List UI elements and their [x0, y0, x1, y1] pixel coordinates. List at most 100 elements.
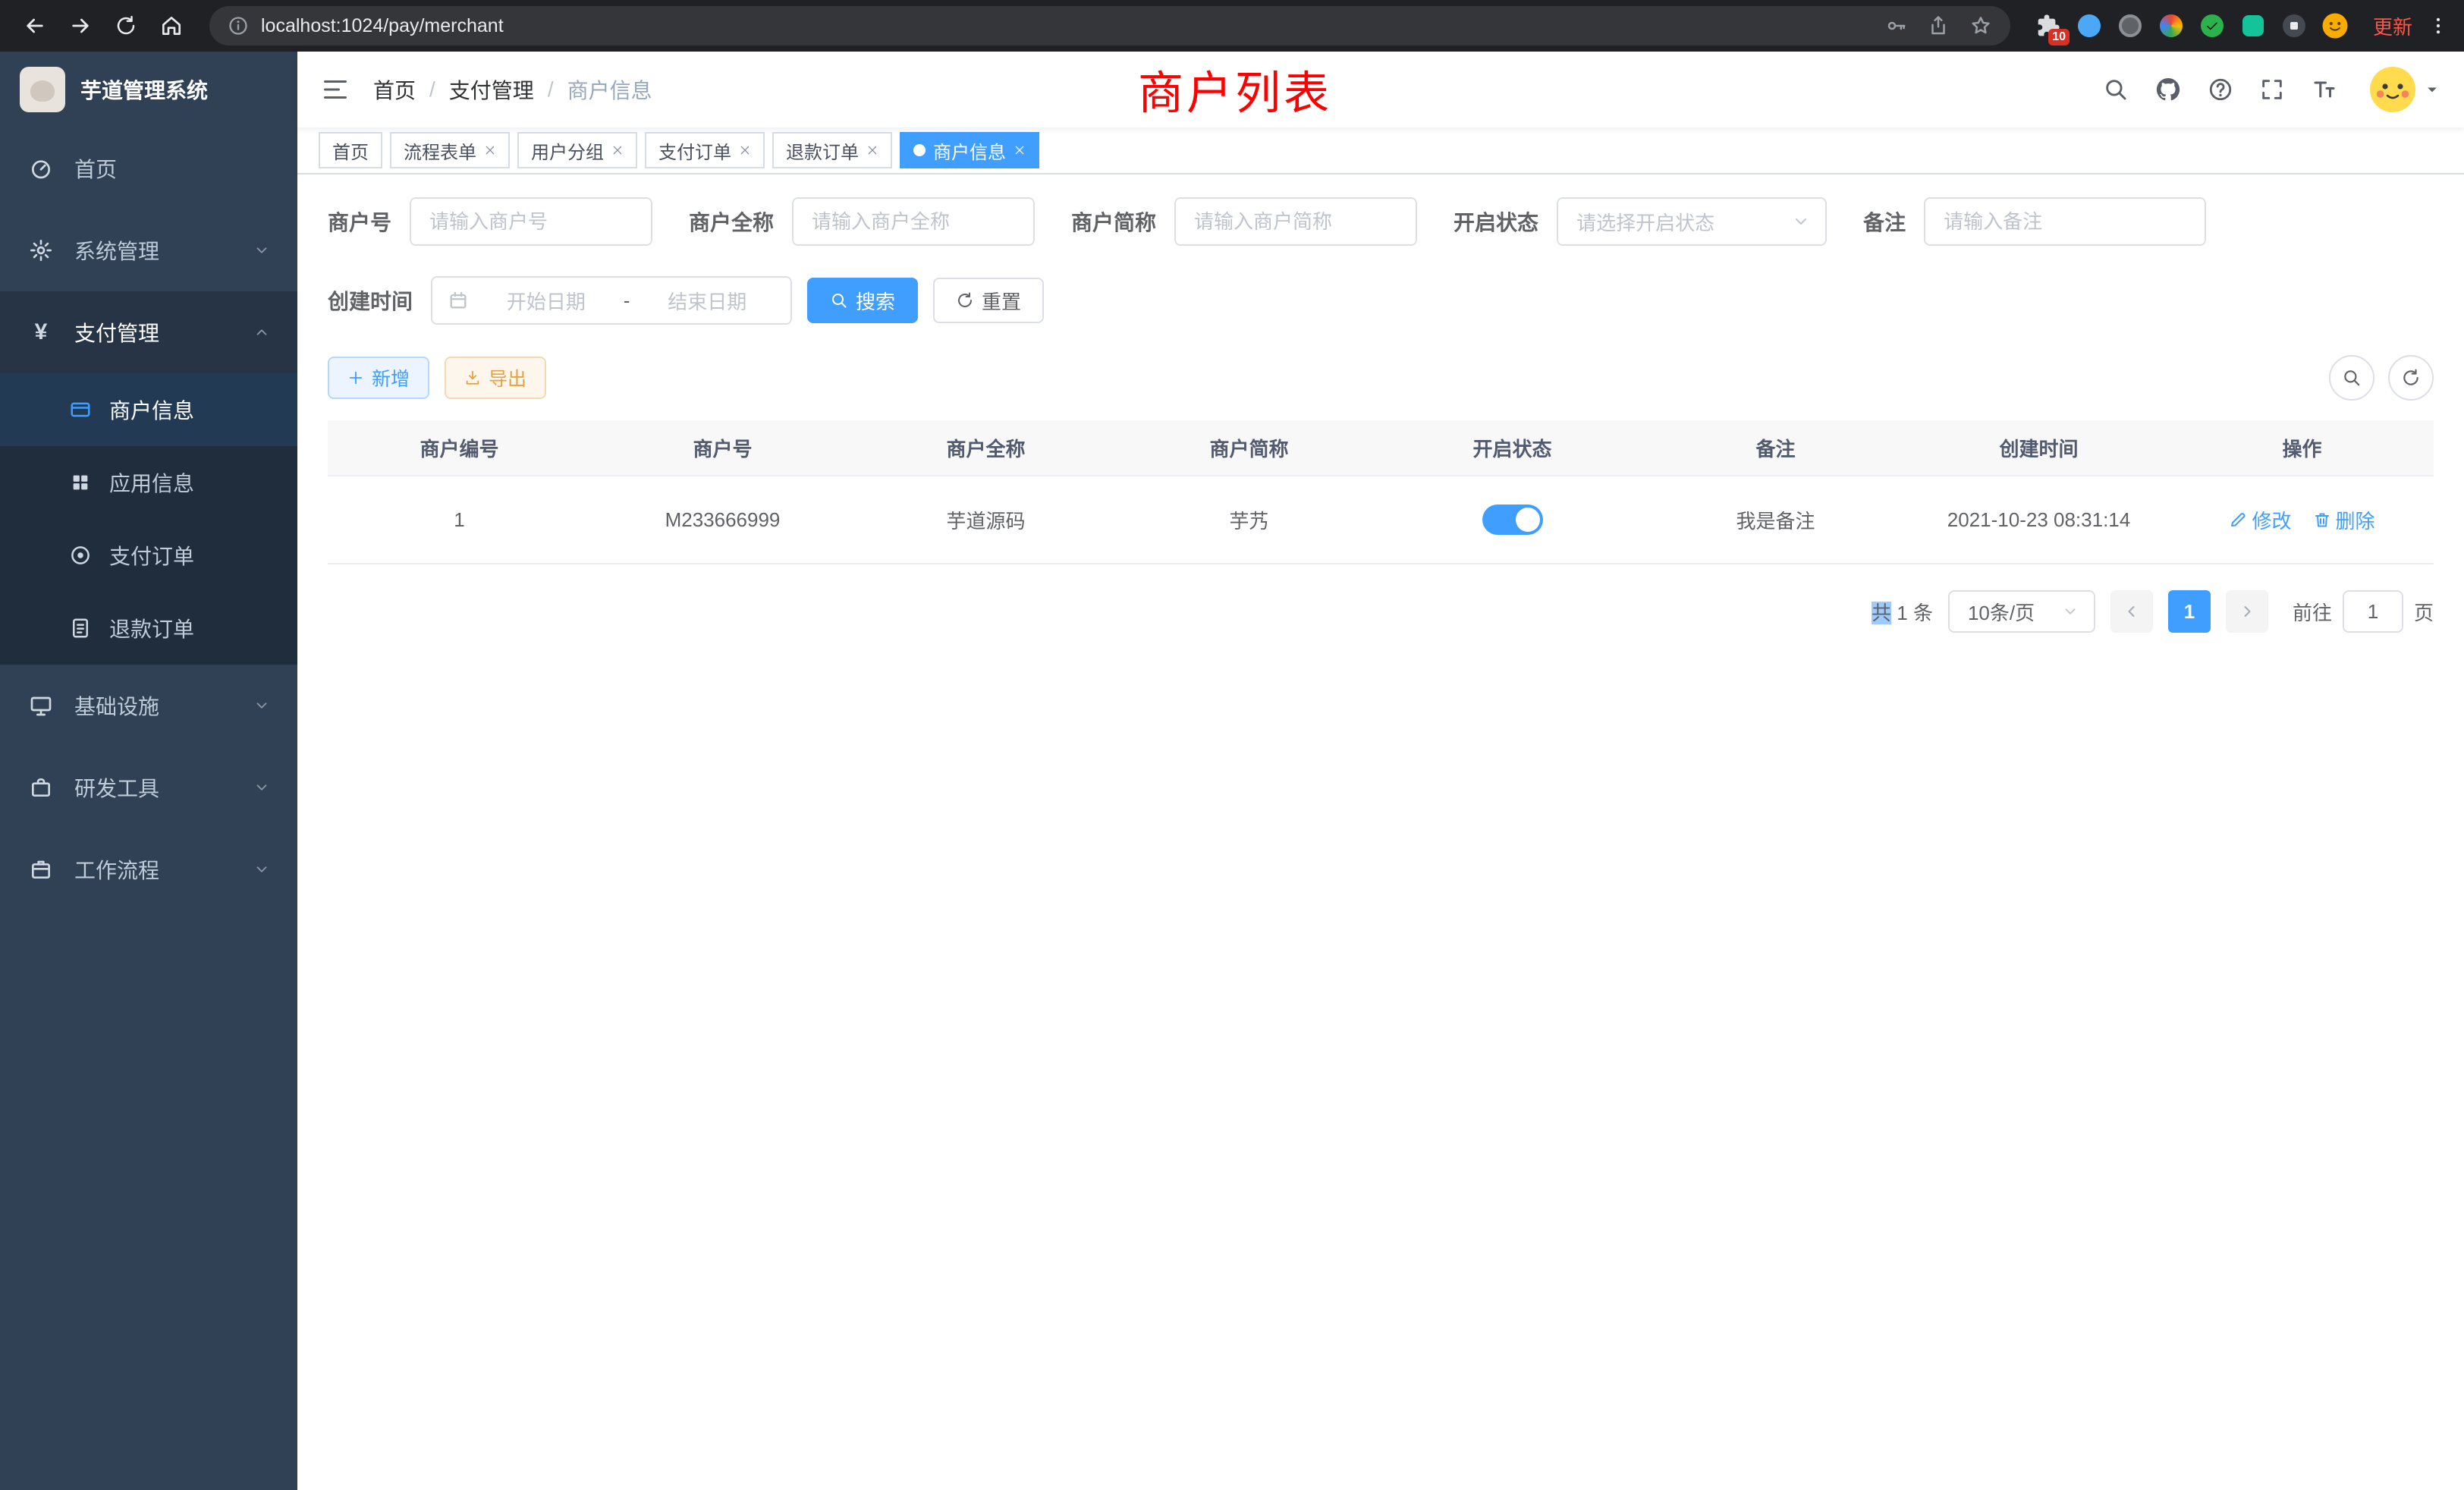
- extension-icon[interactable]: [2076, 12, 2103, 39]
- sidebar-item-payment[interactable]: ¥ 支付管理: [0, 291, 297, 373]
- fullscreen-icon[interactable]: [2259, 77, 2285, 102]
- dashboard-icon: [27, 156, 55, 181]
- extension-icon[interactable]: [2239, 12, 2267, 39]
- app-grid-icon: [67, 472, 94, 493]
- merchant-list-page: 商户号 商户全称 商户简称 开启状态 请选择开启状态: [297, 174, 2464, 1490]
- sidebar-item-pay-order[interactable]: 支付订单: [0, 519, 297, 592]
- chevron-down-icon: [253, 861, 270, 878]
- column-header: 备注: [1644, 420, 1907, 475]
- tab-merchant-info[interactable]: 商户信息: [900, 132, 1039, 168]
- bookmark-star-icon[interactable]: [1969, 14, 1992, 37]
- chevron-down-icon: [253, 242, 270, 259]
- table-header-row: 商户编号 商户号 商户全称 商户简称 开启状态 备注 创建时间 操作: [328, 420, 2434, 476]
- close-icon[interactable]: [611, 144, 624, 156]
- extension-icon[interactable]: [2280, 12, 2308, 39]
- top-navbar: 首页 / 支付管理 / 商户信息 商户列表: [297, 52, 2464, 127]
- app-logo[interactable]: 芋道管理系统: [0, 52, 297, 127]
- cell-merchant-no: M233666999: [591, 476, 854, 563]
- sidebar-item-infrastructure[interactable]: 基础设施: [0, 665, 297, 747]
- remark-label: 备注: [1863, 206, 1906, 237]
- merchant-no-input[interactable]: [410, 197, 652, 246]
- tab-user-group[interactable]: 用户分组: [517, 132, 637, 168]
- sidebar-item-merchant-info[interactable]: 商户信息: [0, 373, 297, 446]
- extensions-area: 10: [2035, 12, 2349, 39]
- next-page-button[interactable]: [2226, 590, 2268, 633]
- font-size-icon[interactable]: [2311, 76, 2338, 103]
- export-button[interactable]: 导出: [445, 357, 546, 399]
- close-icon[interactable]: [1014, 144, 1026, 156]
- github-icon[interactable]: [2154, 76, 2182, 103]
- logo-avatar: [20, 67, 65, 112]
- site-info-icon[interactable]: [228, 15, 249, 36]
- prev-page-button[interactable]: [2110, 590, 2153, 633]
- reset-button[interactable]: 重置: [933, 278, 1044, 323]
- tab-process-form[interactable]: 流程表单: [390, 132, 510, 168]
- create-time-range-picker[interactable]: 开始日期 - 结束日期: [431, 276, 792, 325]
- page-1-button[interactable]: 1: [2168, 590, 2211, 633]
- browser-update-button[interactable]: 更新: [2373, 12, 2412, 40]
- close-icon[interactable]: [739, 144, 751, 156]
- delete-link[interactable]: 删除: [2313, 506, 2375, 534]
- active-tab-dot: [913, 144, 926, 156]
- chevron-down-icon: [2062, 603, 2079, 620]
- sidebar-item-refund-order[interactable]: 退款订单: [0, 592, 297, 665]
- remark-input[interactable]: [1924, 197, 2206, 246]
- password-key-icon[interactable]: [1884, 14, 1907, 37]
- payment-submenu: 商户信息 应用信息 支付订单 退款订单: [0, 373, 297, 665]
- extensions-puzzle-icon[interactable]: 10: [2035, 12, 2062, 39]
- add-button[interactable]: 新增: [328, 357, 429, 399]
- tab-pay-order[interactable]: 支付订单: [645, 132, 765, 168]
- profile-avatar-icon[interactable]: [2321, 12, 2349, 39]
- edit-link[interactable]: 修改: [2229, 506, 2291, 534]
- url-bar[interactable]: localhost:1024/pay/merchant: [209, 6, 2010, 46]
- column-header: 开启状态: [1381, 420, 1644, 475]
- home-icon[interactable]: [152, 6, 191, 46]
- back-icon[interactable]: [15, 6, 55, 46]
- breadcrumb-payment[interactable]: 支付管理: [449, 74, 534, 105]
- breadcrumb-home[interactable]: 首页: [373, 74, 416, 105]
- chevron-down-icon: [1792, 212, 1810, 231]
- merchant-table: 商户编号 商户号 商户全称 商户简称 开启状态 备注 创建时间 操作 1 M23…: [328, 420, 2434, 564]
- sidebar-item-home[interactable]: 首页: [0, 127, 297, 209]
- hamburger-icon[interactable]: [322, 76, 349, 103]
- sidebar-menu: 首页 系统管理 ¥ 支付管理 商户信息: [0, 127, 297, 1490]
- extension-icon[interactable]: [2198, 12, 2226, 39]
- user-avatar[interactable]: [2370, 67, 2440, 112]
- share-icon[interactable]: [1927, 14, 1950, 37]
- browser-menu-icon[interactable]: [2428, 15, 2449, 36]
- short-name-input[interactable]: [1174, 197, 1417, 246]
- full-name-input[interactable]: [792, 197, 1035, 246]
- reload-icon[interactable]: [106, 6, 146, 46]
- extension-icon[interactable]: [2158, 12, 2185, 39]
- sidebar-item-dev-tools[interactable]: 研发工具: [0, 747, 297, 828]
- forward-icon[interactable]: [61, 6, 100, 46]
- sidebar-item-workflow[interactable]: 工作流程: [0, 828, 297, 910]
- pagination: 共 1 条 10条/页 1 前往 页: [328, 590, 2434, 633]
- refresh-button[interactable]: [2388, 355, 2434, 401]
- full-name-label: 商户全称: [689, 206, 774, 237]
- close-icon[interactable]: [484, 144, 496, 156]
- status-toggle[interactable]: [1482, 505, 1543, 535]
- sidebar: 芋道管理系统 首页 系统管理 ¥ 支付管理: [0, 52, 297, 1490]
- toggle-search-button[interactable]: [2329, 355, 2374, 401]
- sidebar-item-system[interactable]: 系统管理: [0, 209, 297, 291]
- cell-full-name: 芋道源码: [854, 476, 1117, 563]
- goto-label: 前往: [2293, 598, 2332, 626]
- page-size-select[interactable]: 10条/页: [1948, 590, 2095, 633]
- help-icon[interactable]: [2208, 77, 2233, 102]
- tags-view: 首页 流程表单 用户分组 支付订单 退款订单 商户信息: [297, 127, 2464, 174]
- page: localhost:1024/pay/merchant 10 更新: [0, 0, 2464, 1490]
- breadcrumb-separator: /: [429, 77, 435, 102]
- sidebar-item-app-info[interactable]: 应用信息: [0, 446, 297, 519]
- short-name-label: 商户简称: [1071, 206, 1156, 237]
- search-button[interactable]: 搜索: [807, 278, 918, 323]
- close-icon[interactable]: [866, 144, 878, 156]
- extension-icon[interactable]: [2117, 12, 2144, 39]
- table-row: 1 M233666999 芋道源码 芋艿 我是备注 2021-10-23 08:…: [328, 476, 2434, 564]
- tab-home[interactable]: 首页: [319, 132, 382, 168]
- status-select[interactable]: 请选择开启状态: [1557, 197, 1827, 246]
- tab-refund-order[interactable]: 退款订单: [772, 132, 892, 168]
- goto-page-input[interactable]: [2343, 590, 2403, 633]
- caret-down-icon: [2425, 82, 2440, 97]
- search-icon[interactable]: [2103, 77, 2129, 102]
